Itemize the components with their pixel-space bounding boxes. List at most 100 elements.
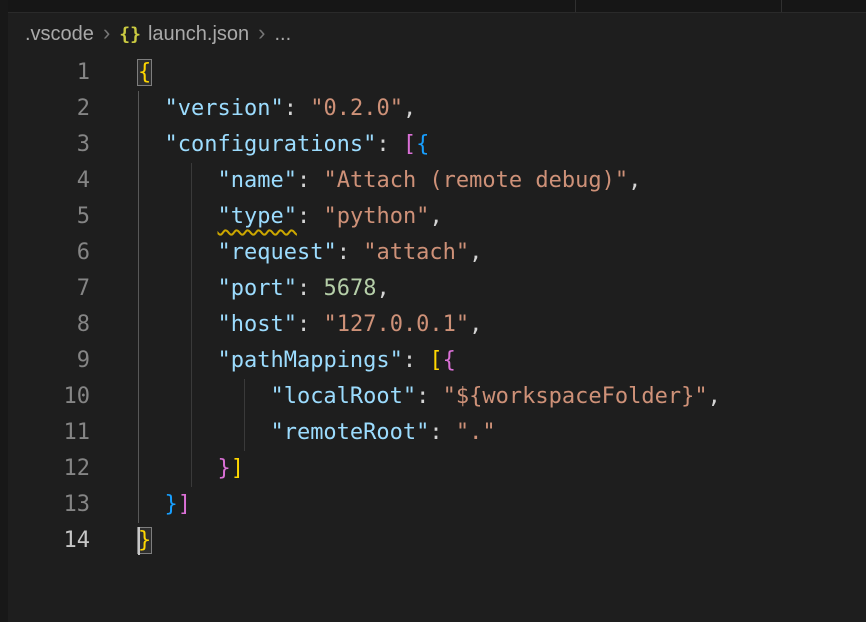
code-text: "configurations": [{	[90, 127, 429, 163]
code-token: "host"	[217, 312, 296, 337]
code-text: "version": "0.2.0",	[90, 91, 416, 127]
code-line[interactable]: 11 "remoteRoot": "."	[0, 415, 866, 451]
code-token: }	[217, 456, 230, 481]
code-token: "version"	[165, 96, 284, 121]
code-token: ,	[429, 204, 442, 229]
line-number[interactable]: 4	[0, 163, 90, 199]
code-text: }]	[90, 451, 244, 487]
code-line[interactable]: 6 "request": "attach",	[0, 235, 866, 271]
code-token: "127.0.0.1"	[323, 312, 469, 337]
code-text: "localRoot": "${workspaceFolder}",	[90, 379, 721, 415]
code-line[interactable]: 4 "name": "Attach (remote debug)",	[0, 163, 866, 199]
code-text: "pathMappings": [{	[90, 343, 456, 379]
code-token: "attach"	[363, 240, 469, 265]
line-number[interactable]: 11	[0, 415, 90, 451]
code-token: "pathMappings"	[217, 348, 402, 373]
code-token	[138, 276, 217, 301]
code-token: ,	[403, 96, 416, 121]
code-text: "type": "python",	[90, 199, 443, 235]
code-line[interactable]: 1{	[0, 55, 866, 91]
breadcrumb-symbol-ellipsis[interactable]: ...	[274, 23, 291, 46]
line-number[interactable]: 14	[0, 523, 90, 559]
code-token: "localRoot"	[270, 384, 416, 409]
code-line[interactable]: 3 "configurations": [{	[0, 127, 866, 163]
tab-separator	[781, 0, 782, 12]
code-text: "remoteRoot": "."	[90, 415, 496, 451]
code-token: :	[297, 312, 324, 337]
code-token: "0.2.0"	[310, 96, 403, 121]
code-token	[138, 348, 217, 373]
line-number[interactable]: 13	[0, 487, 90, 523]
code-token: "python"	[323, 204, 429, 229]
line-number[interactable]: 12	[0, 451, 90, 487]
code-token: ,	[469, 240, 482, 265]
code-line[interactable]: 9 "pathMappings": [{	[0, 343, 866, 379]
code-line[interactable]: 10 "localRoot": "${workspaceFolder}",	[0, 379, 866, 415]
code-token: :	[429, 420, 456, 445]
code-token: :	[337, 240, 364, 265]
code-line[interactable]: 12 }]	[0, 451, 866, 487]
code-area[interactable]: 1{2 "version": "0.2.0",3 "configurations…	[0, 55, 866, 622]
line-number[interactable]: 5	[0, 199, 90, 235]
breadcrumb: .vscode › {} launch.json › ...	[8, 13, 866, 55]
code-token	[138, 96, 165, 121]
code-token: ,	[376, 276, 389, 301]
code-token: :	[297, 168, 324, 193]
code-token: :	[416, 384, 443, 409]
code-token: "${workspaceFolder}"	[443, 384, 708, 409]
code-line[interactable]: 13 }]	[0, 487, 866, 523]
line-number[interactable]: 1	[0, 55, 90, 91]
code-text: }]	[90, 487, 191, 523]
line-number[interactable]: 9	[0, 343, 90, 379]
code-token: "type"	[217, 204, 296, 229]
code-line[interactable]: 8 "host": "127.0.0.1",	[0, 307, 866, 343]
code-line[interactable]: 5 "type": "python",	[0, 199, 866, 235]
code-token: :	[284, 96, 311, 121]
code-token	[138, 420, 270, 445]
line-number[interactable]: 7	[0, 271, 90, 307]
code-line[interactable]: 2 "version": "0.2.0",	[0, 91, 866, 127]
tab-separator	[575, 0, 576, 12]
code-line[interactable]: 7 "port": 5678,	[0, 271, 866, 307]
code-token: ]	[231, 456, 244, 481]
code-token: {	[443, 348, 456, 373]
code-token	[138, 168, 217, 193]
code-token: "configurations"	[165, 132, 377, 157]
code-token	[138, 456, 217, 481]
code-token	[138, 132, 165, 157]
breadcrumb-file[interactable]: launch.json	[148, 23, 249, 46]
code-token	[138, 204, 217, 229]
line-number[interactable]: 3	[0, 127, 90, 163]
line-number[interactable]: 6	[0, 235, 90, 271]
json-file-icon: {}	[119, 24, 141, 45]
code-token: "port"	[217, 276, 296, 301]
code-token: 5678	[323, 276, 376, 301]
code-token: {	[416, 132, 429, 157]
breadcrumb-folder[interactable]: .vscode	[25, 23, 94, 46]
code-text: }	[90, 523, 151, 559]
code-token: {	[138, 60, 151, 85]
line-number[interactable]: 10	[0, 379, 90, 415]
code-token	[138, 240, 217, 265]
code-token: "name"	[217, 168, 296, 193]
code-token: }	[138, 528, 151, 553]
line-number[interactable]: 8	[0, 307, 90, 343]
code-token: "Attach (remote debug)"	[323, 168, 628, 193]
vscode-editor-window: .vscode › {} launch.json › ... 1{2 "vers…	[0, 0, 866, 622]
code-token: :	[297, 276, 324, 301]
code-token: "."	[456, 420, 496, 445]
code-text: "host": "127.0.0.1",	[90, 307, 482, 343]
code-token: }	[165, 492, 178, 517]
code-token: ]	[178, 492, 191, 517]
code-token: ,	[628, 168, 641, 193]
chevron-right-icon: ›	[258, 22, 265, 44]
line-number[interactable]: 2	[0, 91, 90, 127]
tab-bar-edge	[0, 0, 866, 13]
code-token: "remoteRoot"	[270, 420, 429, 445]
code-line[interactable]: 14}	[0, 523, 866, 559]
code-text: "name": "Attach (remote debug)",	[90, 163, 641, 199]
code-token: [	[429, 348, 442, 373]
code-text: "port": 5678,	[90, 271, 390, 307]
chevron-right-icon: ›	[103, 22, 110, 44]
code-token	[138, 492, 165, 517]
